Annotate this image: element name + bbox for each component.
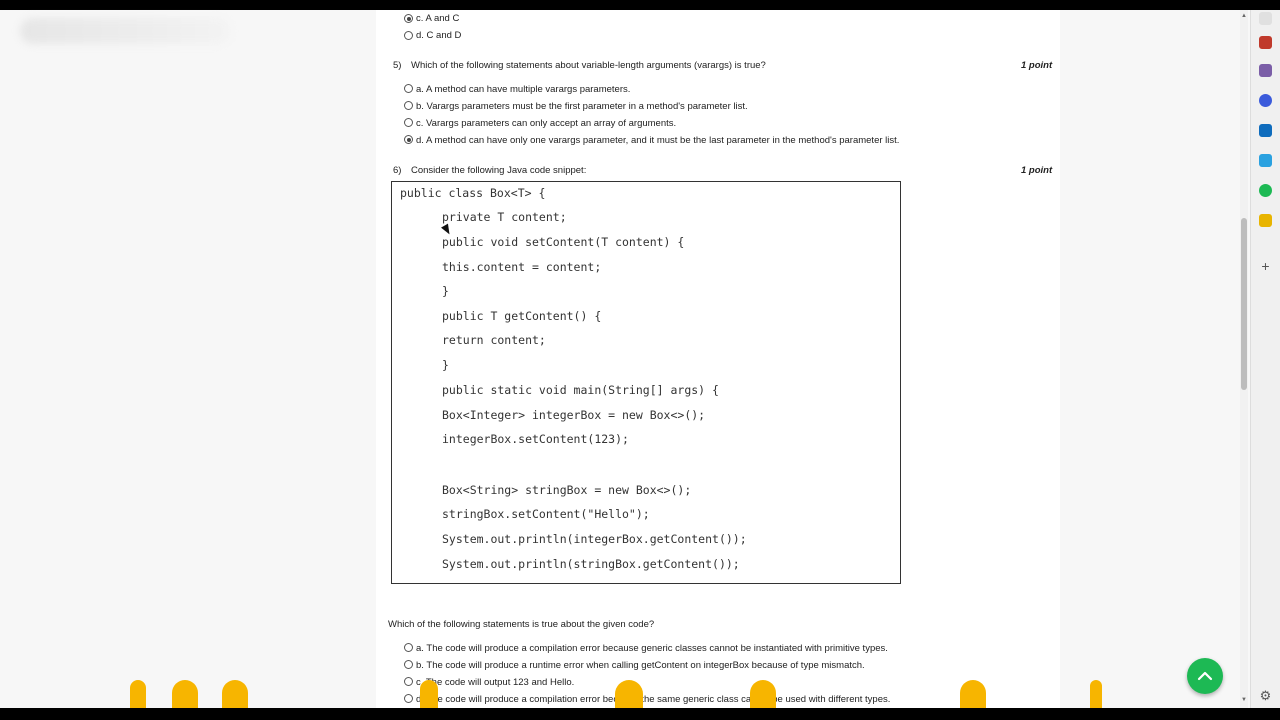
q6-text: Consider the following Java code snippet… (411, 165, 587, 176)
q5-points: 1 point (1021, 60, 1053, 71)
bottom-bar (0, 708, 1280, 720)
code-line-8: } (442, 358, 449, 372)
code-line-6: public T getContent() { (442, 309, 602, 323)
option-q6-a[interactable]: a. The code will produce a compilation e… (416, 643, 888, 655)
scroll-down-icon[interactable]: ▼ (1240, 696, 1248, 704)
settings-icon[interactable]: ⚙ (1258, 688, 1273, 703)
sidebar-telegram-icon[interactable] (1259, 154, 1272, 167)
radio-q5-d[interactable] (404, 135, 413, 144)
option-q5-c[interactable]: c. Varargs parameters can only accept an… (416, 118, 676, 130)
code-line-11: integerBox.setContent(123); (442, 432, 629, 446)
q6-number: 6) (393, 165, 402, 176)
code-line-13: stringBox.setContent("Hello"); (442, 507, 650, 521)
option-q5-d[interactable]: d. A method can have only one varargs pa… (416, 135, 899, 147)
sidebar-app-icon[interactable] (1259, 214, 1272, 227)
top-bar (0, 0, 1280, 10)
code-line-15: System.out.println(stringBox.getContent(… (442, 557, 740, 571)
sidebar-outlook-icon[interactable] (1259, 124, 1272, 137)
sidebar-people-icon[interactable] (1259, 64, 1272, 77)
code-line-14: System.out.println(integerBox.getContent… (442, 532, 747, 546)
code-line-3: public void setContent(T content) { (442, 235, 685, 249)
sidebar-search-icon[interactable] (1259, 12, 1272, 25)
option-q5-b[interactable]: b. Varargs parameters must be the first … (416, 101, 748, 113)
radio-prev-c[interactable] (404, 14, 413, 23)
q6-followup: Which of the following statements is tru… (388, 619, 655, 630)
code-line-9: public static void main(String[] args) { (442, 383, 719, 397)
browser-sidebar (1250, 10, 1280, 708)
sidebar-spotify-icon[interactable] (1259, 184, 1272, 197)
code-line-5: } (442, 284, 449, 298)
scroll-up-icon[interactable]: ▲ (1240, 12, 1248, 20)
option-prev-d[interactable]: d. C and D (416, 30, 461, 42)
sidebar-copilot-icon[interactable] (1259, 94, 1272, 107)
sidebar-briefcase-icon[interactable] (1259, 36, 1272, 49)
radio-q5-a[interactable] (404, 84, 413, 93)
option-q5-a[interactable]: a. A method can have multiple varargs pa… (416, 84, 630, 96)
q5-number: 5) (393, 60, 402, 71)
page-scrollbar-thumb[interactable] (1241, 218, 1247, 390)
code-line-12: Box<String> stringBox = new Box<>(); (442, 483, 692, 497)
radio-q6-a[interactable] (404, 643, 413, 652)
code-line-7: return content; (442, 333, 546, 347)
code-line-10: Box<Integer> integerBox = new Box<>(); (442, 408, 706, 422)
q5-text: Which of the following statements about … (411, 60, 766, 71)
scroll-to-top-button[interactable] (1187, 658, 1223, 694)
option-prev-c[interactable]: c. A and C (416, 13, 459, 25)
code-line-2: private T content; (442, 210, 567, 224)
q6-points: 1 point (1021, 165, 1053, 176)
blurred-header (20, 18, 230, 44)
code-line-1: public class Box<T> { (400, 186, 546, 200)
add-icon[interactable]: + (1259, 259, 1272, 273)
chevron-up-icon (1197, 671, 1213, 681)
option-q6-b[interactable]: b. The code will produce a runtime error… (416, 660, 865, 672)
radio-q6-b[interactable] (404, 660, 413, 669)
code-line-4: this.content = content; (442, 260, 602, 274)
radio-q5-b[interactable] (404, 101, 413, 110)
radio-q5-c[interactable] (404, 118, 413, 127)
bottom-banner-overlay (130, 680, 1110, 708)
radio-prev-d[interactable] (404, 31, 413, 40)
